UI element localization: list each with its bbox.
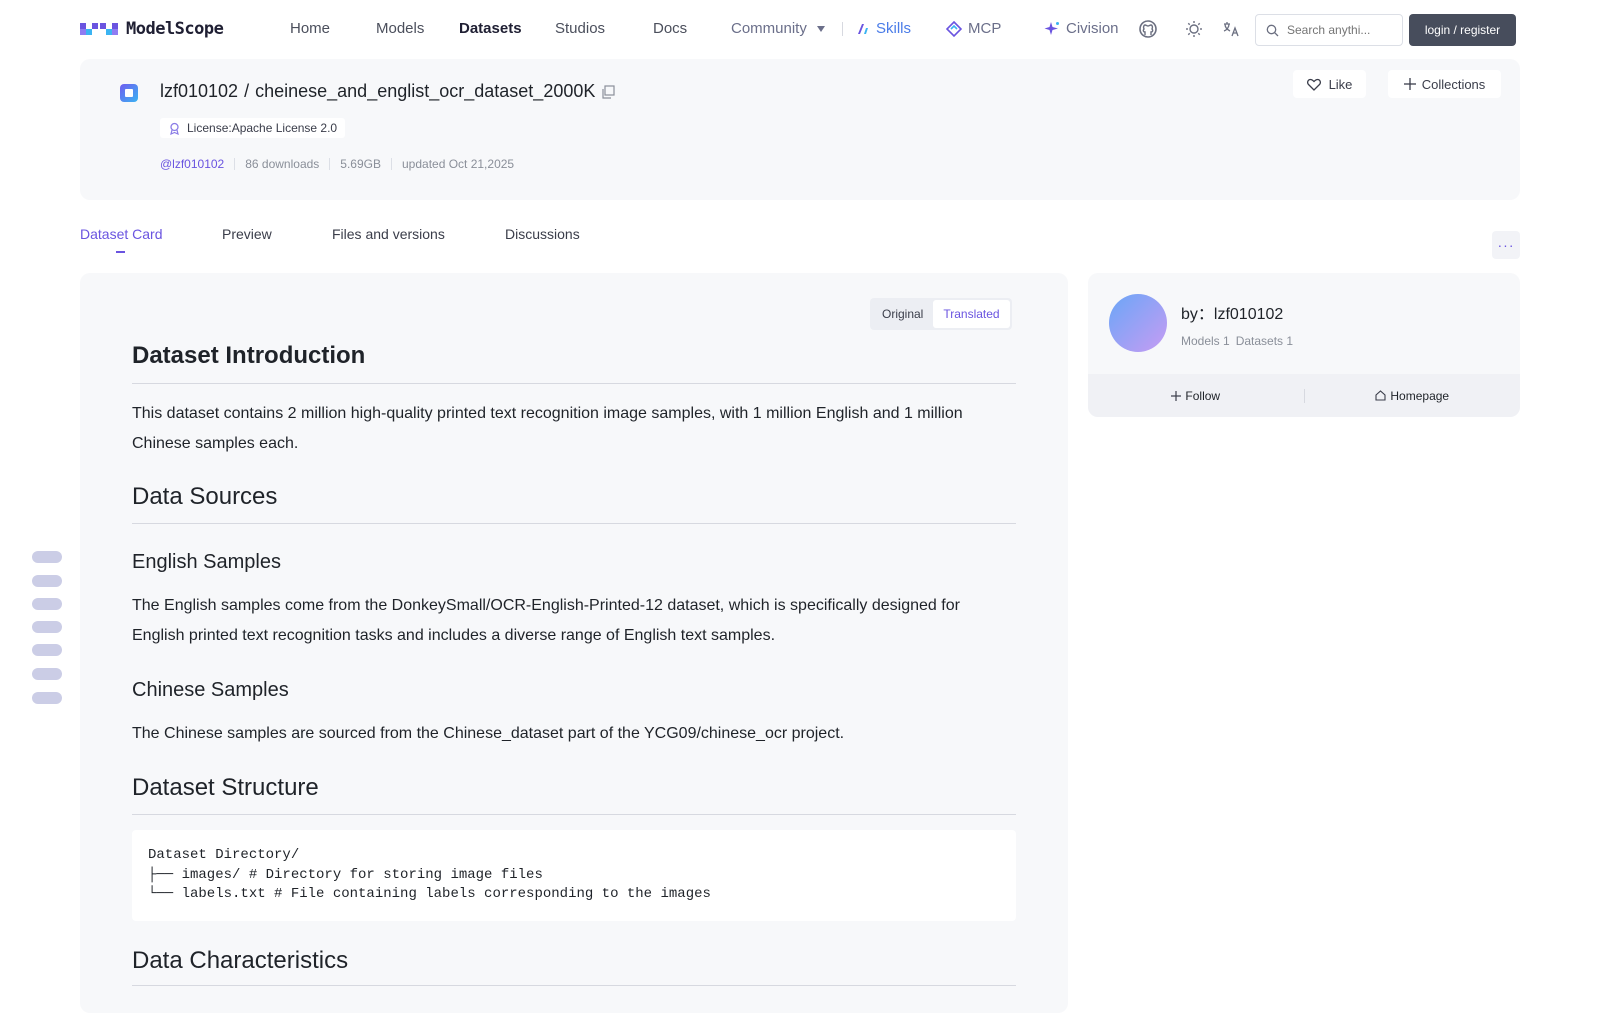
toc-marker[interactable] [32, 692, 62, 704]
dataset-header: lzf010102 / cheinese_and_englist_ocr_dat… [80, 59, 1520, 200]
toc-marker[interactable] [32, 644, 62, 656]
toc-marker[interactable] [32, 598, 62, 610]
author-models-count[interactable]: Models 1 [1181, 334, 1230, 348]
author-stats: Models 1 Datasets 1 [1181, 334, 1293, 348]
nav-home[interactable]: Home [290, 20, 330, 37]
heart-icon [1306, 78, 1321, 91]
heading-dataset-structure: Dataset Structure [132, 774, 319, 801]
search-box[interactable] [1255, 14, 1403, 46]
copy-icon[interactable] [601, 84, 615, 99]
original-option[interactable]: Original [872, 300, 933, 328]
dataset-name: cheinese_and_englist_ocr_dataset_2000K [255, 81, 596, 101]
nav-community[interactable]: Community [731, 20, 825, 37]
nav-community-label: Community [731, 20, 807, 37]
meta-divider [234, 158, 236, 170]
follow-button[interactable]: Follow [1088, 389, 1304, 403]
heading-dataset-introduction: Dataset Introduction [132, 342, 366, 369]
code-block: Dataset Directory/ ├── images/ # Directo… [132, 830, 1016, 921]
modelscope-logo-icon [80, 23, 118, 35]
home-icon [1375, 390, 1386, 401]
chinese-paragraph: The Chinese samples are sourced from the… [132, 725, 845, 742]
plus-icon [1403, 78, 1416, 90]
logo-text: ModelScope [126, 19, 224, 39]
intro-paragraph: This dataset contains 2 million high-qua… [132, 405, 963, 452]
meta-divider [329, 158, 331, 170]
heading-english-samples: English Samples [132, 551, 281, 573]
language-icon[interactable] [1221, 19, 1241, 39]
english-paragraph: The English samples come from the Donkey… [132, 597, 960, 644]
like-button[interactable]: Like [1293, 70, 1366, 98]
collections-label: Collections [1421, 76, 1486, 92]
nav-divider [842, 22, 843, 36]
nav-models[interactable]: Models [376, 20, 424, 37]
nav-datasets[interactable]: Datasets [459, 20, 522, 37]
heading-rule [132, 985, 1016, 986]
more-options-button[interactable]: ··· [1492, 231, 1520, 259]
nav-skills[interactable]: Skills [856, 20, 911, 37]
mcp-icon [946, 20, 962, 37]
collections-button[interactable]: Collections [1388, 70, 1501, 98]
nav-docs[interactable]: Docs [653, 20, 687, 37]
download-count: 86 downloads [245, 157, 320, 171]
dataset-meta: @lzf010102 86 downloads 5.69GB updated O… [160, 157, 514, 171]
heading-data-sources: Data Sources [132, 483, 278, 510]
author-actions: Follow Homepage [1088, 374, 1520, 417]
dataset-owner[interactable]: lzf010102 [160, 81, 238, 102]
heading-chinese-samples: Chinese Samples [132, 679, 289, 701]
top-navbar: ModelScope Home Models Datasets Studios … [0, 0, 1600, 58]
heading-data-characteristics: Data Characteristics [132, 947, 349, 974]
plus-icon [1171, 390, 1182, 401]
homepage-button[interactable]: Homepage [1305, 389, 1521, 403]
nav-studios[interactable]: Studios [555, 20, 605, 37]
toc-marker[interactable] [32, 551, 62, 563]
heading-rule [132, 814, 1016, 815]
dataset-card-content: Original Translated Dataset Introduction… [80, 273, 1068, 1013]
author-datasets-count[interactable]: Datasets 1 [1236, 334, 1293, 348]
tab-files-and-versions[interactable]: Files and versions [332, 226, 445, 242]
homepage-label: Homepage [1390, 388, 1450, 403]
dataset-size: 5.69GB [340, 157, 381, 171]
author-card: by：lzf010102 Models 1 Datasets 1 Follow … [1088, 273, 1520, 417]
license-icon [170, 122, 179, 135]
search-icon [1266, 24, 1279, 36]
follow-label: Follow [1185, 388, 1221, 403]
nav-skills-label: Skills [876, 20, 912, 37]
translated-option[interactable]: Translated [933, 300, 1010, 328]
license-badge[interactable]: License:Apache License 2.0 [160, 118, 346, 138]
like-label: Like [1328, 76, 1353, 92]
chevron-down-icon [816, 25, 825, 32]
language-toggle: Original Translated [870, 298, 1012, 330]
nav-civision[interactable]: Civision [1044, 20, 1119, 37]
github-icon[interactable] [1138, 19, 1158, 39]
toc-marker[interactable] [32, 668, 62, 680]
toc-marker[interactable] [32, 621, 62, 633]
tab-dataset-card[interactable]: Dataset Card [80, 226, 162, 242]
nav-civision-label: Civision [1066, 20, 1119, 37]
tab-discussions[interactable]: Discussions [505, 226, 580, 242]
meta-divider [391, 158, 392, 170]
license-text: License:Apache License 2.0 [187, 121, 338, 135]
sparkle-icon [1044, 21, 1059, 35]
updated-date: updated Oct 21,2025 [402, 157, 515, 171]
nav-mcp-label: MCP [968, 20, 1002, 37]
login-register-button[interactable]: login / register [1409, 14, 1516, 46]
search-input[interactable] [1287, 23, 1387, 37]
heading-rule [132, 383, 1016, 384]
dataset-icon [120, 84, 138, 102]
heading-rule [132, 523, 1016, 524]
nav-mcp[interactable]: MCP [946, 20, 1001, 37]
avatar[interactable] [1109, 294, 1167, 352]
active-tab-indicator [116, 251, 125, 253]
modelscope-logo[interactable]: ModelScope [80, 19, 224, 39]
dataset-title: lzf010102 / cheinese_and_englist_ocr_dat… [160, 81, 615, 102]
tab-preview[interactable]: Preview [222, 226, 272, 242]
toc-marker[interactable] [32, 575, 62, 587]
theme-toggle-icon[interactable] [1184, 19, 1204, 39]
author-name[interactable]: by：lzf010102 [1181, 300, 1283, 324]
skills-icon [858, 23, 868, 34]
owner-handle[interactable]: @lzf010102 [160, 157, 224, 171]
title-separator: / [244, 81, 250, 101]
